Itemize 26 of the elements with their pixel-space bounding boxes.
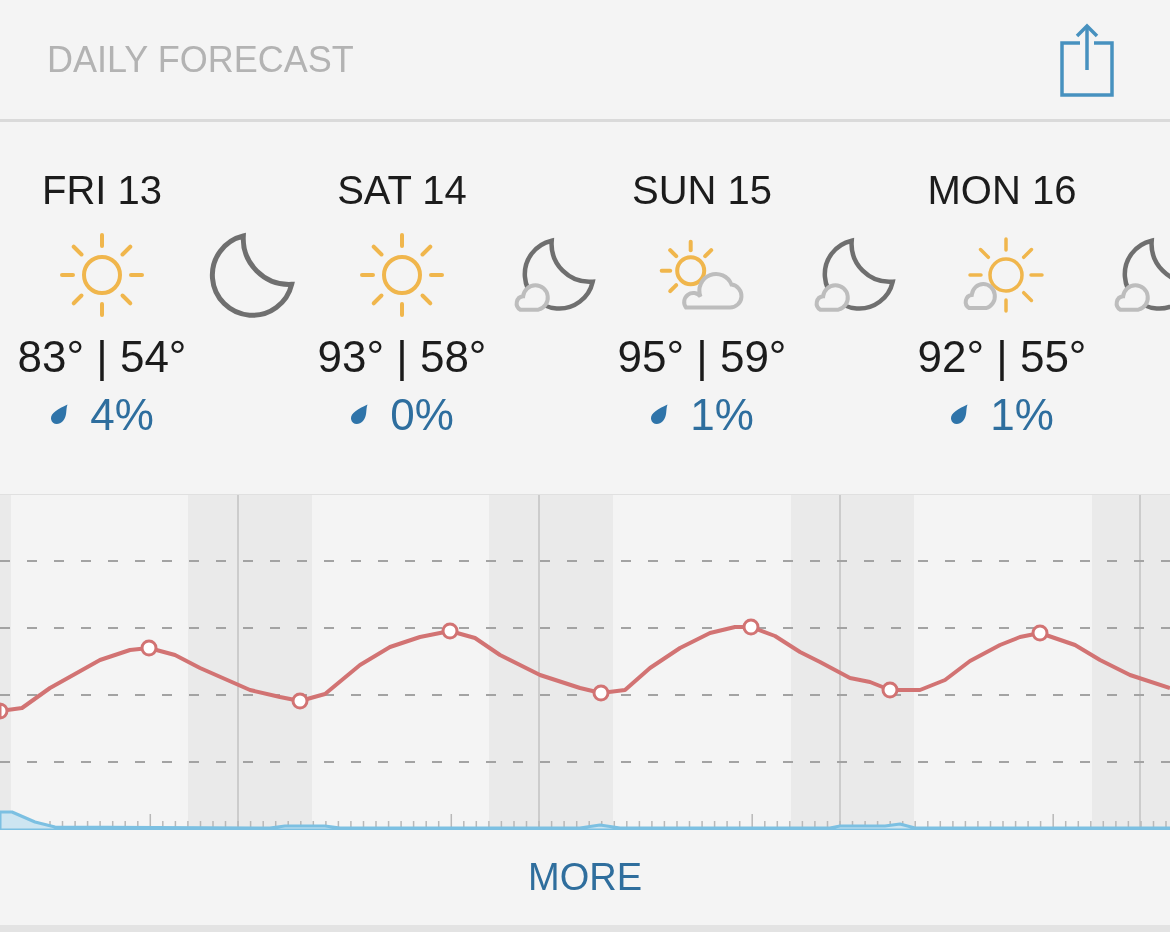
temperature-range: 95° | 59° bbox=[617, 331, 787, 383]
low-temp-marker bbox=[0, 702, 9, 720]
section-title: DAILY FORECAST bbox=[47, 41, 354, 78]
precipitation-chance: 1% bbox=[690, 389, 754, 441]
raindrop-icon bbox=[950, 404, 969, 426]
raindrop-icon bbox=[350, 404, 369, 426]
day-label: FRI 13 bbox=[41, 167, 162, 214]
day-label: MON 16 bbox=[927, 167, 1077, 214]
high-temp-marker bbox=[1031, 624, 1049, 642]
low-temp-marker bbox=[291, 692, 309, 710]
day-label: SUN 15 bbox=[631, 167, 773, 214]
temperature-range: 93° | 58° bbox=[317, 331, 487, 383]
low-temp-marker bbox=[881, 681, 899, 699]
temperature-range: 83° | 54° bbox=[17, 331, 187, 383]
raindrop-icon bbox=[650, 404, 669, 426]
share-icon[interactable] bbox=[1060, 22, 1114, 97]
day-label: SAT 14 bbox=[337, 167, 467, 214]
raindrop-icon bbox=[50, 404, 69, 426]
high-temp-marker bbox=[140, 639, 158, 657]
precipitation-chance: 0% bbox=[390, 389, 454, 441]
low-temp-marker bbox=[592, 684, 610, 702]
high-temp-marker bbox=[441, 622, 459, 640]
temperature-range: 92° | 55° bbox=[917, 331, 1087, 383]
precipitation-chance: 4% bbox=[90, 389, 154, 441]
precipitation-chance: 1% bbox=[990, 389, 1054, 441]
high-temp-marker bbox=[742, 618, 760, 636]
